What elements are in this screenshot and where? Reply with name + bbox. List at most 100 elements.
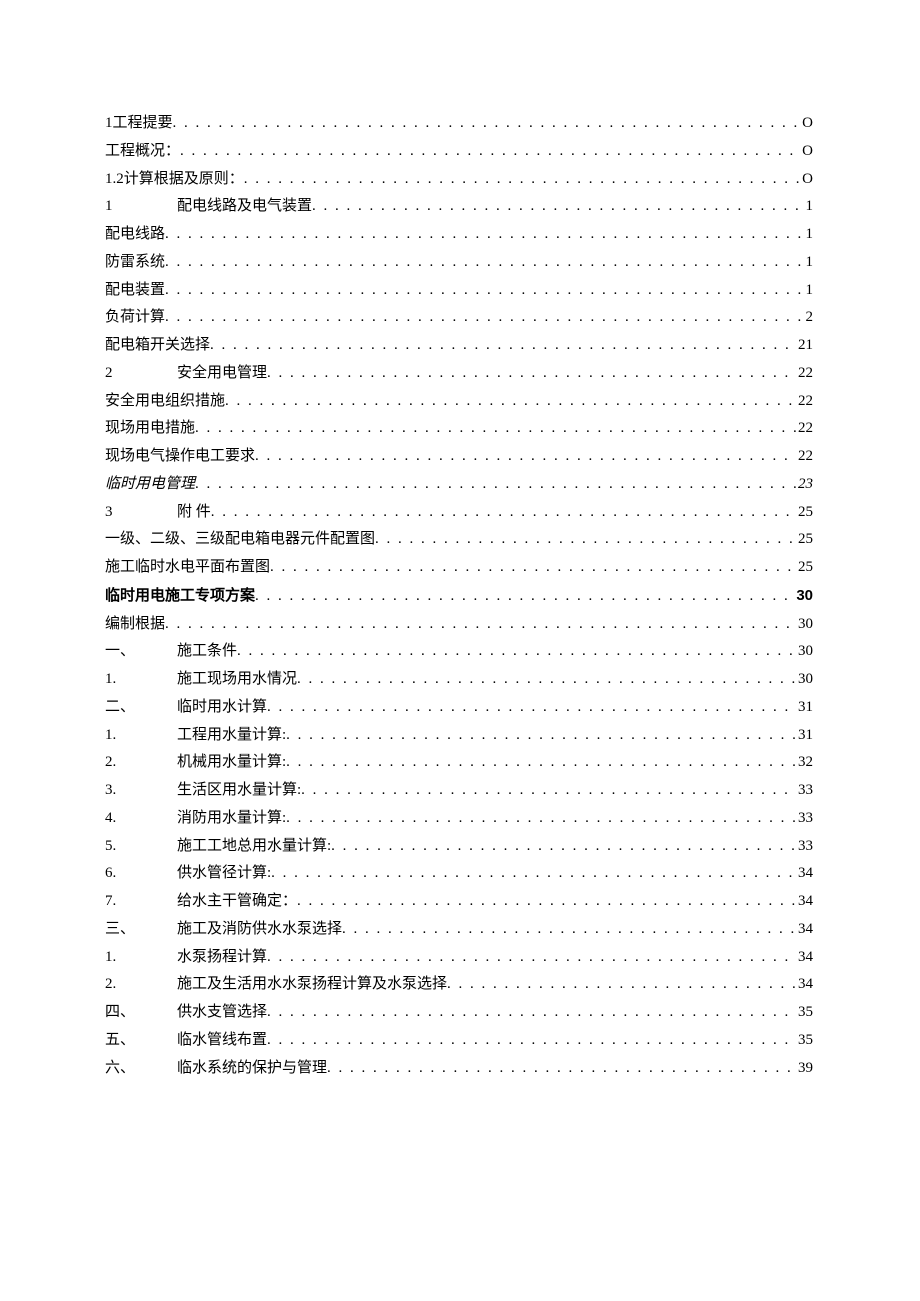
toc-entry-number: 3. [105,777,177,805]
toc-leader-dots [255,443,796,471]
toc-entry-title: 施工条件 [177,638,237,666]
toc-entry-title: 配电装置 [105,277,165,305]
toc-entry: 配电装置 1 [105,277,813,305]
toc-leader-dots [195,415,796,443]
toc-entry: 防雷系统1 [105,249,813,277]
toc-entry: 工程概况：O [105,138,813,166]
toc-entry-title: 1工程提要 [105,110,173,138]
toc-leader-dots [180,138,800,166]
toc-entry-page: 39 [796,1055,813,1083]
toc-entry: 1工程提要O [105,110,813,138]
toc-entry-page: 31 [796,722,813,750]
toc-entry: 五、临水管线布置35 [105,1027,813,1055]
toc-entry-page: 33 [796,805,813,833]
toc-leader-dots [244,166,800,194]
toc-entry-title: 生活区用水量计算: [177,777,301,805]
toc-entry-title: 临水系统的保护与管理 [177,1055,327,1083]
toc-entry-title: 施工临时水电平面布置图 [105,554,270,582]
toc-entry-page: O [800,138,813,166]
toc-leader-dots [165,611,796,639]
toc-entry-title: 配电箱开关选择 [105,332,210,360]
toc-entry-number: 3 [105,499,177,527]
toc-entry: 7.给水主干管确定：34 [105,888,813,916]
toc-entry: 1.施工现场用水情况30 [105,666,813,694]
toc-entry-page: 32 [796,749,813,777]
toc-entry-number: 六、 [105,1055,177,1083]
toc-entry-title: 临时用电施工专项方案 [105,582,255,610]
toc-leader-dots [267,360,796,388]
toc-entry-title: 临水管线布置 [177,1027,267,1055]
toc-leader-dots [312,193,803,221]
toc-entry: 1.水泵扬程计算34 [105,944,813,972]
toc-entry-title: 临时用水计算 [177,694,267,722]
toc-leader-dots [270,554,796,582]
toc-entry-page: 30 [796,638,813,666]
toc-entry-page: 2 [804,304,814,332]
toc-entry-title: 消防用水量计算: [177,805,286,833]
toc-leader-dots [327,1055,796,1083]
toc-entry-number: 1. [105,722,177,750]
toc-entry-number: 2. [105,971,177,999]
toc-leader-dots [165,221,803,249]
toc-entry-number: 2 [105,360,177,388]
toc-entry-number: 5. [105,833,177,861]
toc-entry-page: 35 [796,999,813,1027]
toc-leader-dots [331,833,796,861]
toc-leader-dots [301,777,796,805]
toc-entry-number: 1. [105,666,177,694]
toc-leader-dots [297,888,796,916]
toc-leader-dots [267,1027,796,1055]
toc-entry-title: 1.2计算根据及原则： [105,166,244,194]
toc-entry: 6.供水管径计算: 34 [105,860,813,888]
toc-entry-title: 临时用电管理 [105,471,195,499]
toc-entry-title: 配电线路及电气装置 [177,193,312,221]
toc-entry-title: 给水主干管确定： [177,888,297,916]
toc-entry: 安全用电组织措施22 [105,388,813,416]
table-of-contents: 1工程提要O工程概况：O1.2计算根据及原则：O1配电线路及电气装置1配电线路1… [105,110,813,1082]
toc-leader-dots [225,388,796,416]
toc-entry: 现场电气操作电工要求22 [105,443,813,471]
toc-entry: 负荷计算 2 [105,304,813,332]
toc-leader-dots [211,499,796,527]
toc-entry-title: 施工及消防供水水泵选择 [177,916,342,944]
toc-entry: 临时用电管理23 [105,471,813,499]
toc-entry: 现场用电措施 22 [105,415,813,443]
toc-entry-title: 现场电气操作电工要求 [105,443,255,471]
toc-leader-dots [195,471,796,499]
toc-entry-title: 供水管径计算: [177,860,271,888]
toc-entry-page: 1 [804,277,814,305]
toc-leader-dots [286,749,796,777]
toc-entry: 临时用电施工专项方案 30 [105,582,813,611]
toc-entry-title: 施工及生活用水水泵扬程计算及水泵选择 [177,971,447,999]
toc-entry-title: 附 件 [177,499,211,527]
toc-entry-page: 25 [796,554,813,582]
toc-entry: 2.施工及生活用水水泵扬程计算及水泵选择 34 [105,971,813,999]
toc-leader-dots [165,304,803,332]
toc-entry: 一级、二级、三级配电箱电器元件配置图25 [105,526,813,554]
toc-leader-dots [267,694,796,722]
toc-entry: 配电线路1 [105,221,813,249]
toc-entry-title: 施工工地总用水量计算: [177,833,331,861]
toc-entry: 4.消防用水量计算:33 [105,805,813,833]
toc-entry-page: 30 [794,582,813,610]
toc-entry-title: 现场用电措施 [105,415,195,443]
toc-entry-page: 34 [796,860,813,888]
toc-entry-page: 21 [796,332,813,360]
toc-entry-page: 34 [796,944,813,972]
toc-entry: 2.机械用水量计算:32 [105,749,813,777]
toc-entry-page: 34 [796,971,813,999]
toc-entry-page: 34 [796,916,813,944]
toc-entry-page: 22 [796,388,813,416]
toc-entry-number: 6. [105,860,177,888]
toc-leader-dots [173,110,801,138]
toc-entry-title: 防雷系统 [105,249,165,277]
toc-entry-page: 1 [804,221,814,249]
toc-entry-page: 1 [804,193,814,221]
toc-entry: 2安全用电管理22 [105,360,813,388]
toc-entry-page: 22 [796,415,813,443]
toc-entry: 一、施工条件30 [105,638,813,666]
toc-entry-title: 负荷计算 [105,304,165,332]
toc-entry-number: 2. [105,749,177,777]
toc-leader-dots [267,944,796,972]
toc-entry: 1.2计算根据及原则：O [105,166,813,194]
